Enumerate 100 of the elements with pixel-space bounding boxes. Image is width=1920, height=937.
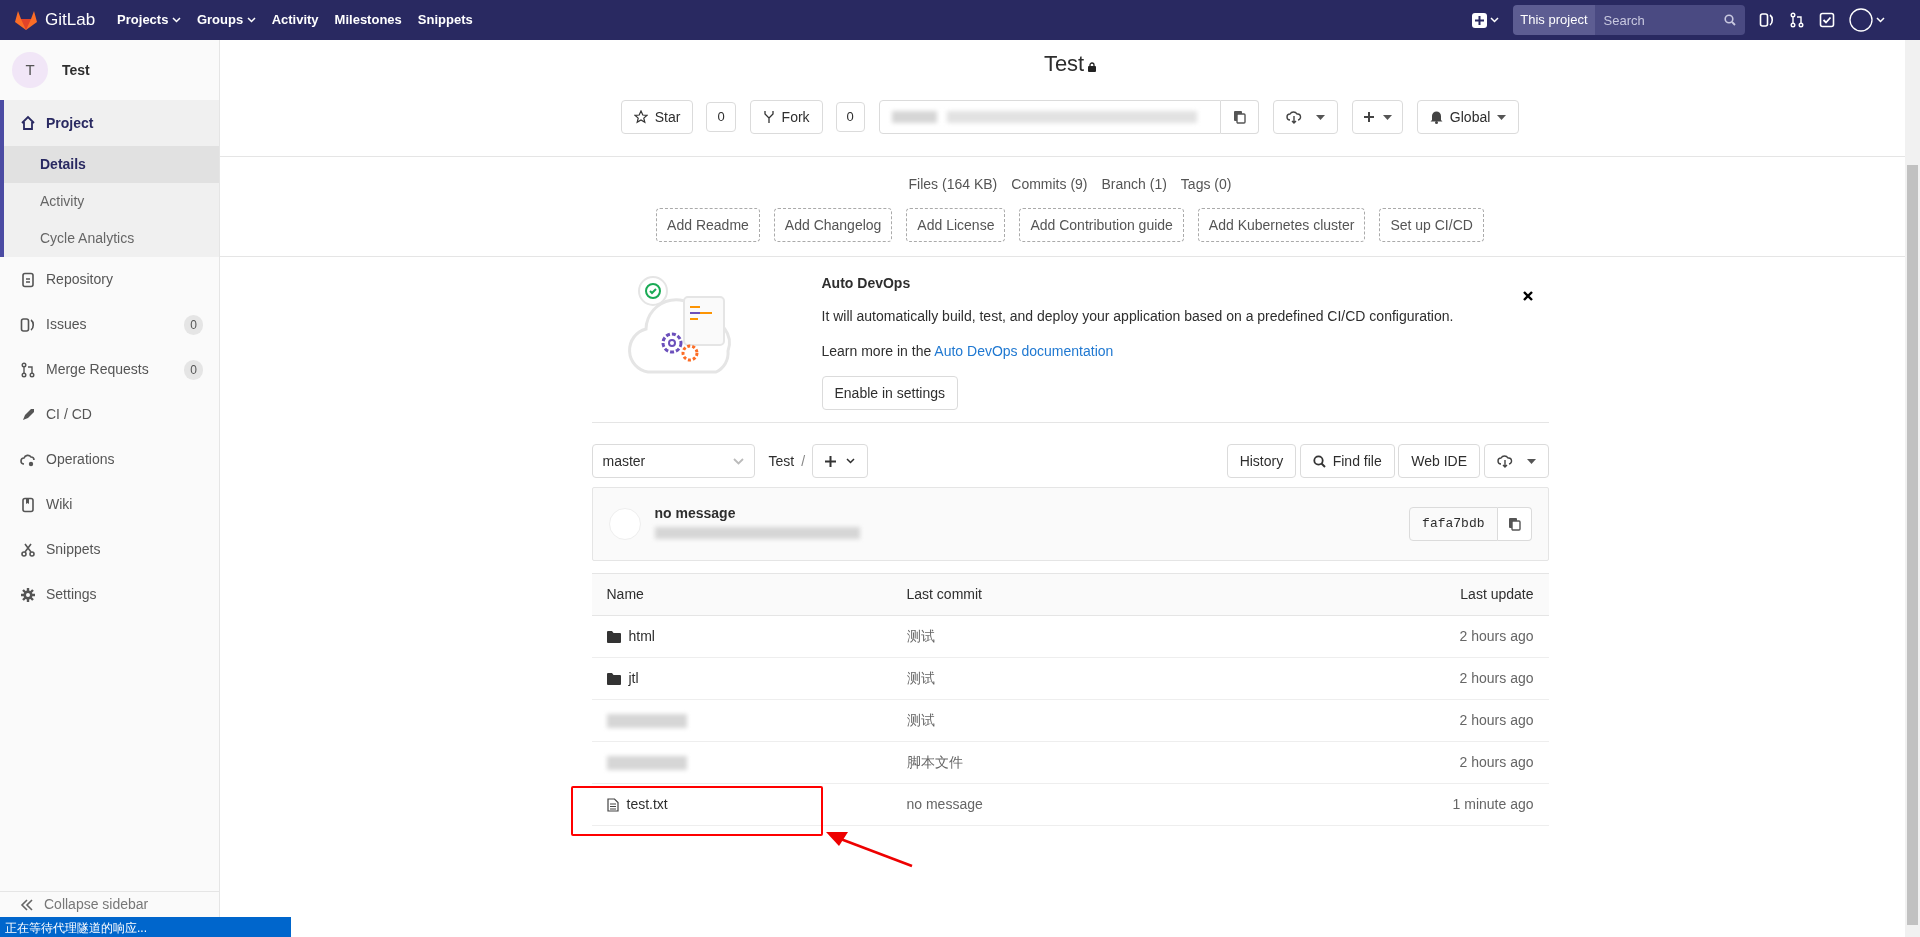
caret-icon [1497,114,1507,120]
star-count[interactable]: 0 [706,102,736,132]
quick-action-button[interactable]: Add Readme [656,208,760,242]
book-icon [20,496,36,513]
copy-button[interactable] [1220,100,1259,134]
fox-logo-icon[interactable] [14,9,38,31]
stat-link[interactable]: Files (164 KB) [908,174,998,195]
notification-button[interactable]: Global [1416,100,1520,134]
file-icon [606,797,619,812]
column-header: Last commit [906,585,983,604]
commit-cell-text: 测试 [906,711,936,730]
clipboard-icon [1232,110,1246,124]
caret-icon [246,17,256,23]
scrollbar[interactable] [1905,40,1920,937]
sidebar-subitem[interactable]: Details [4,146,219,183]
logo-text[interactable]: GitLab [45,7,96,33]
nav-link[interactable]: Milestones [326,6,410,34]
file-name-link[interactable]: html [628,626,655,647]
stat-link[interactable]: Commits (9) [1011,174,1088,195]
star-button[interactable]: Star [620,100,694,134]
branch-dropdown[interactable]: master [591,444,755,478]
new-menu-button[interactable] [1471,12,1500,28]
close-icon[interactable] [1522,291,1533,301]
caret-icon [1315,114,1325,120]
cloud-download-icon [1496,454,1513,468]
quick-action-button[interactable]: Set up CI/CD [1379,208,1484,242]
search-scope-button[interactable]: This project [1513,5,1595,35]
issues-icon[interactable] [1758,12,1775,28]
search-icon [1312,454,1326,468]
project-avatar[interactable]: T [12,52,48,88]
add-menu-button[interactable] [1351,100,1403,134]
quick-action-button[interactable]: Add Kubernetes cluster [1197,208,1366,242]
documentation-link[interactable]: Auto DevOps documentation [934,343,1114,359]
todo-check-icon[interactable] [1818,12,1835,28]
commit-cell-text: no message [906,795,984,814]
folder-icon [606,630,621,643]
stat-link[interactable]: Branch (1) [1101,174,1167,195]
column-header: Last update [1460,585,1534,604]
home-icon [20,115,36,131]
search-field[interactable]: Search [1594,5,1745,35]
sidebar-item[interactable]: Snippets [0,527,219,572]
file-name-link[interactable]: test.txt [626,794,668,815]
nav-link[interactable]: Projects [109,6,189,34]
download-button[interactable] [1483,444,1549,478]
stat-link[interactable]: Tags (0) [1180,174,1232,195]
caret-icon [171,17,181,23]
plus-icon [1362,111,1375,123]
clipboard-icon [1507,517,1521,531]
quick-action-button[interactable]: Add Changelog [773,208,893,242]
user-menu-button[interactable] [1848,8,1885,32]
sidebar-item[interactable]: Settings [0,572,219,617]
toolbar-button[interactable]: Find file [1299,444,1395,478]
add-file-button[interactable] [812,444,869,478]
update-time: 2 hours ago [1459,627,1534,646]
sidebar-subitem[interactable]: Activity [4,183,219,220]
sidebar-subitem[interactable]: Cycle Analytics [4,220,219,257]
sidebar-item[interactable]: Project [4,100,219,146]
devops-description: It will automatically build, test, and deploy your application based on a predefined CI/CD configuration. [821,307,1454,326]
sidebar-item[interactable]: Issues 0 [0,302,219,347]
nav-link[interactable]: Snippets [409,6,481,34]
clone-url-field[interactable] [878,100,1221,134]
merge-request-icon [20,361,36,378]
project-title: Test [1043,51,1085,76]
download-button[interactable] [1272,100,1338,134]
commit-cell-text: 测试 [906,669,936,688]
column-header: Name [606,585,645,604]
copy-button[interactable] [1497,507,1532,541]
caret-icon [1876,17,1885,23]
search-icon [1723,14,1736,26]
fork-icon [762,110,775,124]
count-badge: 0 [184,359,203,380]
sidebar-item[interactable]: CI / CD [0,392,219,437]
double-chevron-icon [20,898,34,911]
devops-title: Auto DevOps [821,274,912,293]
path-separator: / [801,451,806,471]
bell-icon [1429,110,1443,124]
nav-link[interactable]: Activity [263,6,327,34]
status-bar: 正在等待代理隧道的响应... [0,917,291,937]
commit-cell-text: 脚本文件 [906,753,964,772]
nav-link[interactable]: Groups [188,6,264,34]
file-name-link[interactable]: jtl [628,668,639,689]
project-name[interactable]: Test [62,59,90,81]
sidebar-item[interactable]: Wiki [0,482,219,527]
fork-count[interactable]: 0 [835,102,865,132]
enable-settings-button[interactable]: Enable in settings [821,376,959,410]
caret-icon [846,458,856,464]
toolbar-button[interactable]: Web IDE [1398,444,1480,478]
quick-action-button[interactable]: Add License [906,208,1006,242]
commit-sha[interactable]: fafa7bdb [1409,507,1498,541]
merge-request-icon[interactable] [1788,12,1805,28]
quick-action-button[interactable]: Add Contribution guide [1019,208,1184,242]
toolbar-button[interactable]: History [1226,444,1297,478]
fork-button[interactable]: Fork [749,100,823,134]
update-time: 2 hours ago [1459,711,1534,730]
sidebar-item[interactable]: Repository [0,257,219,302]
caret-icon [1526,458,1536,464]
sidebar-item[interactable]: Merge Requests 0 [0,347,219,392]
sidebar-item[interactable]: Operations [0,437,219,482]
commit-message[interactable]: no message [654,503,860,524]
breadcrumb-link[interactable]: Test [768,450,795,472]
